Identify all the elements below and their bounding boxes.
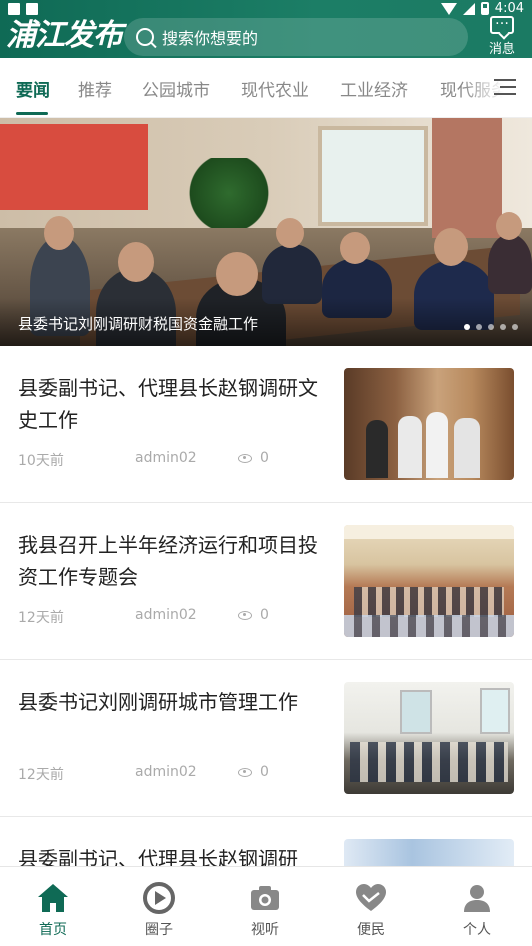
bottom-navigation: 首页 圈子 视听 便民 个人	[0, 866, 532, 946]
banner-projection-screen	[0, 124, 148, 210]
banner-plant	[186, 158, 272, 228]
news-time: 12天前	[18, 767, 64, 783]
news-time: 12天前	[18, 610, 64, 626]
heart-hands-icon	[354, 881, 388, 915]
category-tabs: 要闻 推荐 公园城市 现代农业 工业经济 现代服务业	[0, 58, 532, 118]
messages-label: 消息	[488, 42, 515, 57]
banner-caption: 县委书记刘刚调研财税国资金融工作	[18, 315, 259, 333]
news-view-count: 0	[260, 450, 269, 466]
carousel-dot[interactable]	[488, 324, 494, 330]
status-bar: 4:04	[0, 0, 532, 18]
nav-profile-label: 个人	[463, 922, 491, 938]
messages-button[interactable]: 消息	[482, 12, 522, 58]
banner-person-head	[216, 252, 258, 296]
nav-profile[interactable]: 个人	[424, 867, 530, 946]
news-author: admin02	[135, 607, 197, 623]
carousel-dot[interactable]	[512, 324, 518, 330]
battery-icon	[480, 2, 489, 15]
nav-home[interactable]: 首页	[0, 867, 106, 946]
eye-icon	[238, 453, 252, 463]
home-icon	[36, 881, 70, 915]
news-author: admin02	[135, 450, 197, 466]
tab-gongye-jingji[interactable]: 工业经济	[340, 76, 408, 101]
app-logo: 浦江发布	[6, 18, 123, 53]
search-placeholder: 搜索你想要的	[162, 29, 259, 48]
nav-home-label: 首页	[39, 922, 67, 938]
banner-curtain	[432, 118, 502, 238]
search-icon	[136, 28, 154, 46]
tab-yaowen[interactable]: 要闻	[16, 76, 50, 101]
banner-person-head	[496, 212, 522, 240]
circle-play-icon	[142, 881, 176, 915]
banner-person-head	[434, 228, 468, 266]
nav-media-label: 视听	[251, 922, 279, 938]
banner-person-head	[118, 242, 154, 282]
news-item[interactable]: 县委书记刘刚调研城市管理工作 12天前 admin02 0	[0, 660, 532, 817]
banner-person-head	[44, 216, 74, 250]
banner-person	[262, 244, 322, 304]
status-indicators: 4:04	[440, 1, 524, 16]
notification-icon	[8, 3, 20, 15]
tab-xiandai-nongye[interactable]: 现代农业	[241, 76, 309, 101]
carousel-dots	[464, 324, 518, 330]
nav-media[interactable]: 视听	[212, 867, 318, 946]
status-notifications	[8, 3, 38, 15]
banner-window	[318, 126, 428, 226]
news-title: 我县召开上半年经济运行和项目投资工作专题会	[18, 533, 318, 589]
headline-carousel[interactable]: 县委书记刘刚调研财税国资金融工作	[0, 118, 532, 346]
news-views: 0	[238, 450, 269, 466]
news-thumbnail	[344, 368, 514, 480]
tab-gongyuan-chengshi[interactable]: 公园城市	[142, 76, 210, 101]
menu-icon[interactable]	[494, 79, 516, 97]
active-tab-indicator	[16, 112, 48, 115]
banner-person-head	[276, 218, 304, 248]
news-views: 0	[238, 607, 269, 623]
signal-icon	[462, 2, 475, 15]
news-item[interactable]: 县委副书记、代理县长赵钢调研文史工作 10天前 admin02 0	[0, 346, 532, 503]
message-icon	[490, 12, 514, 34]
carousel-dot[interactable]	[464, 324, 470, 330]
camera-icon	[248, 881, 282, 915]
news-thumbnail	[344, 682, 514, 794]
tab-tuijian[interactable]: 推荐	[78, 76, 112, 101]
news-thumbnail	[344, 525, 514, 637]
banner-person-head	[340, 232, 370, 264]
eye-icon	[238, 767, 252, 777]
eye-icon	[238, 610, 252, 620]
carousel-dot[interactable]	[500, 324, 506, 330]
banner-caption-overlay: 县委书记刘刚调研财税国资金融工作	[0, 298, 532, 346]
news-author: admin02	[135, 764, 197, 780]
wifi-icon	[440, 2, 457, 15]
news-time: 10天前	[18, 453, 64, 469]
person-icon	[460, 881, 494, 915]
news-item[interactable]: 我县召开上半年经济运行和项目投资工作专题会 12天前 admin02 0	[0, 503, 532, 660]
banner-person	[488, 234, 532, 294]
nav-services[interactable]: 便民	[318, 867, 424, 946]
news-title: 县委副书记、代理县长赵钢调研文史工作	[18, 376, 318, 432]
nav-services-label: 便民	[357, 922, 385, 938]
news-view-count: 0	[260, 607, 269, 623]
nav-circle-label: 圈子	[145, 922, 173, 938]
carousel-dot[interactable]	[476, 324, 482, 330]
nav-circle[interactable]: 圈子	[106, 867, 212, 946]
news-title: 县委书记刘刚调研城市管理工作	[18, 690, 298, 714]
news-view-count: 0	[260, 764, 269, 780]
notification-icon	[26, 3, 38, 15]
search-bar[interactable]: 搜索你想要的	[124, 18, 468, 56]
news-views: 0	[238, 764, 269, 780]
app-header: 4:04 浦江发布 搜索你想要的 消息	[0, 0, 532, 58]
